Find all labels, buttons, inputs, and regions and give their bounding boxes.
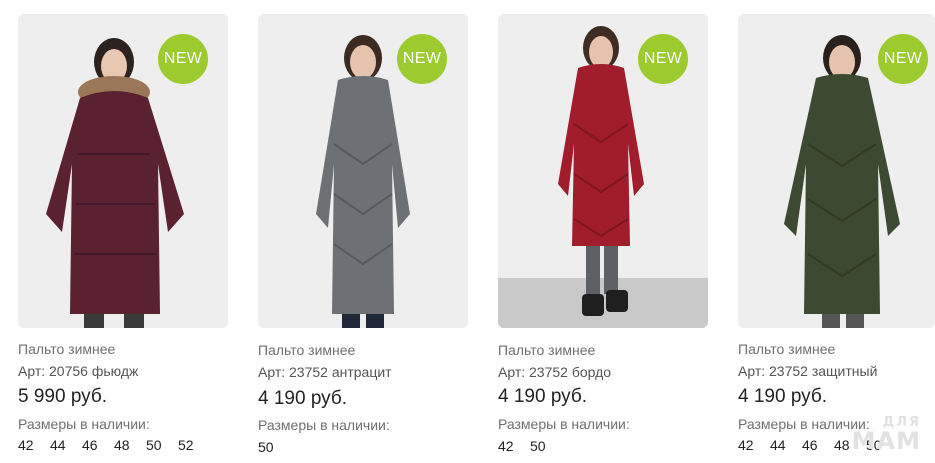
product-name[interactable]: Пальто зимнее [18,341,115,357]
size-option[interactable]: 42 [18,437,50,453]
size-list: 42 44 46 48 50 52 [18,437,210,453]
product-name[interactable]: Пальто зимнее [258,342,355,358]
new-badge: NEW [397,34,447,84]
new-badge: NEW [158,34,208,84]
sizes-label: Размеры в наличии: [18,416,150,432]
size-option[interactable]: 50 [258,439,290,455]
product-price: 4 190 руб. [738,386,828,407]
product-price: 4 190 руб. [258,388,348,409]
size-option[interactable]: 44 [50,437,82,453]
size-option[interactable]: 42 [498,438,530,454]
size-option[interactable]: 50 [530,438,562,454]
size-option[interactable]: 44 [770,437,802,453]
watermark-line-2: МАМ [851,427,921,455]
size-option[interactable]: 46 [82,437,114,453]
new-badge: NEW [878,34,928,84]
product-price: 4 190 руб. [498,386,588,407]
size-option[interactable]: 46 [802,437,834,453]
size-option[interactable]: 48 [114,437,146,453]
product-article: Арт: 20756 фьюдж [18,363,139,379]
product-name[interactable]: Пальто зимнее [498,342,595,358]
product-price: 5 990 руб. [18,386,108,407]
size-list: 50 [258,439,290,455]
product-article: Арт: 23752 бордо [498,364,612,380]
sizes-label: Размеры в наличии: [498,416,630,432]
product-article: Арт: 23752 защитный [738,363,878,379]
size-option[interactable]: 42 [738,437,770,453]
size-option[interactable]: 52 [178,437,210,453]
size-option[interactable]: 50 [146,437,178,453]
product-article: Арт: 23752 антрацит [258,364,392,380]
sizes-label: Размеры в наличии: [258,417,390,433]
product-name[interactable]: Пальто зимнее [738,341,835,357]
new-badge: NEW [638,34,688,84]
site-watermark: ДЛЯ МАМ [852,416,921,453]
sizes-label: Размеры в наличии: [738,416,870,432]
size-list: 42 50 [498,438,562,454]
